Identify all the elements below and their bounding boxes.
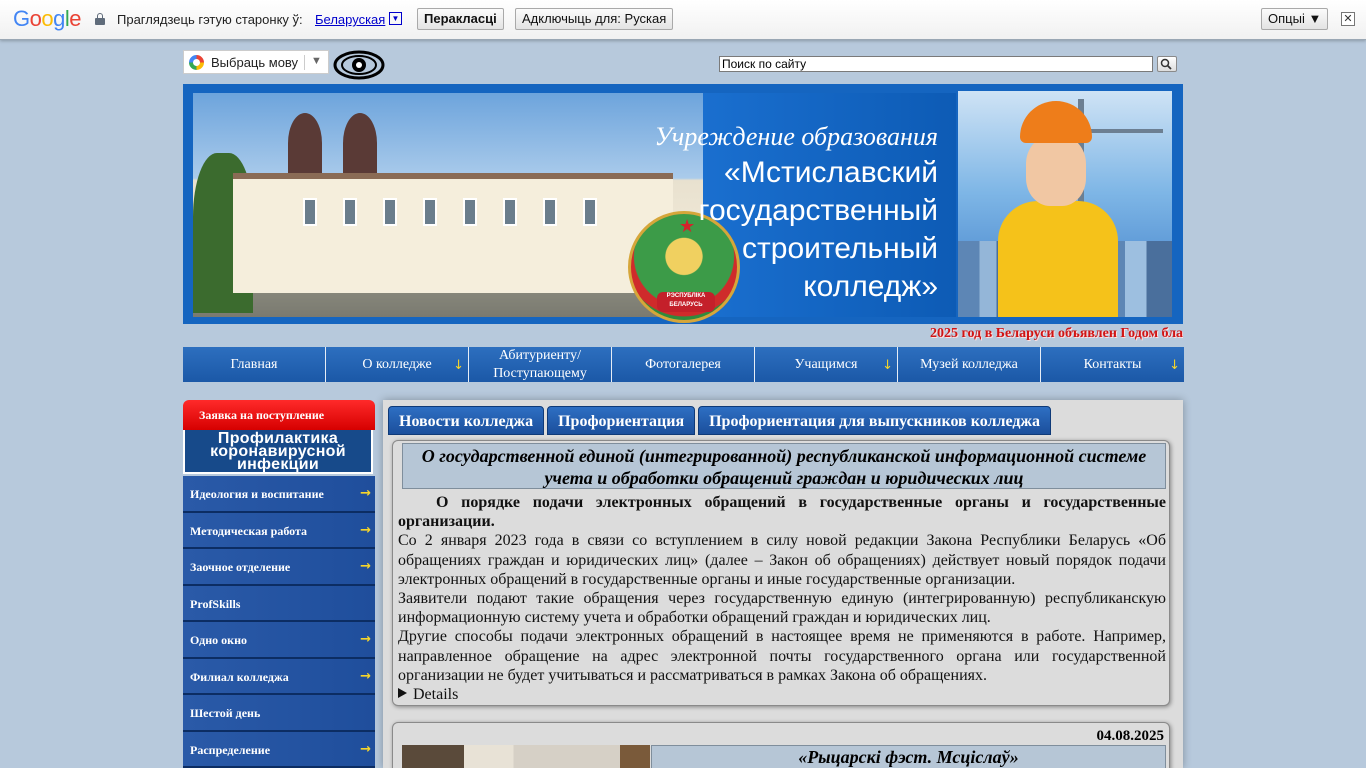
- arrow-right-icon: →: [360, 632, 371, 647]
- translate-bar: Google Праглядзець гэтую старонку ў: Бел…: [0, 0, 1366, 40]
- google-logo: Google: [13, 6, 82, 31]
- nav-about[interactable]: О колледже ↓: [326, 347, 469, 382]
- nav-students[interactable]: Учащимся ↓: [755, 347, 898, 382]
- arrow-right-icon: →: [360, 741, 371, 757]
- covid-prevention-banner[interactable]: Профилактика коронавирусной инфекции: [183, 430, 373, 474]
- sidebar-item-profskills[interactable]: ProfSkills: [183, 585, 375, 622]
- translate-language-link[interactable]: Беларуская: [315, 12, 385, 27]
- content-tabs: Новости колледжа Профориентация Профорие…: [388, 406, 1054, 435]
- news-thumbnail[interactable]: [402, 745, 650, 768]
- news-date: 04.08.2025: [1096, 728, 1165, 744]
- language-selector-label: Выбраць мову: [211, 55, 299, 70]
- disable-translate-button[interactable]: Адключыць для: Руская: [515, 8, 674, 30]
- arrow-right-icon: →: [360, 668, 371, 684]
- tab-college-news[interactable]: Новости колледжа: [388, 406, 545, 435]
- arrow-right-icon: →: [360, 559, 371, 574]
- translate-options-button[interactable]: Опцыі ▼: [1261, 8, 1329, 30]
- arrow-down-icon: ↓: [1169, 358, 1180, 373]
- sidebar-item-correspondence[interactable]: Заочное отделение →: [183, 549, 375, 586]
- news-paragraph: Другие способы подачи электронных обраще…: [398, 628, 1166, 684]
- builder-photo: [958, 91, 1172, 317]
- banner-title: Учреждение образования «Мстиславский гос…: [654, 122, 938, 303]
- nav-gallery[interactable]: Фотогалерея: [612, 347, 755, 382]
- lock-icon: [95, 13, 105, 25]
- google-g-icon: [189, 55, 204, 70]
- news-title[interactable]: О государственной единой (интегрированно…: [402, 443, 1166, 489]
- arrow-down-icon: ↓: [453, 358, 464, 373]
- disclosure-triangle-icon: [398, 688, 407, 699]
- announcement-ticker: 2025 год в Беларуси объявлен Годом бла: [930, 326, 1183, 341]
- sidebar-item-ideology[interactable]: Идеология и воспитание →: [183, 476, 375, 513]
- news-article: О государственной единой (интегрированно…: [392, 440, 1170, 706]
- news-body: О порядке подачи электронных обращений в…: [398, 493, 1166, 704]
- main-nav: Главная О колледже ↓ Абитуриенту/ Поступа…: [183, 347, 1184, 382]
- news-title[interactable]: «Рыцарскі фэст. Мсціслаў»: [651, 745, 1166, 768]
- arrow-right-icon: →: [360, 486, 371, 501]
- translate-prompt: Праглядзець гэтую старонку ў:: [117, 12, 303, 27]
- news-paragraph: Заявители подают такие обращения через г…: [398, 590, 1166, 627]
- news-paragraph: Со 2 января 2023 года в связи со вступле…: [398, 532, 1166, 588]
- sidebar-item-branch[interactable]: Филиал колледжа →: [183, 658, 375, 695]
- site-banner: ★ РЭСПУБЛІКА БЕЛАРУСЬ Учреждение образов…: [183, 84, 1183, 324]
- tab-graduate-guidance[interactable]: Профориентация для выпускников колледжа: [698, 406, 1052, 435]
- side-menu: Идеология и воспитание → Методическая раб…: [183, 476, 375, 768]
- search-input[interactable]: [719, 56, 1153, 72]
- nav-contacts[interactable]: Контакты ↓: [1041, 347, 1184, 382]
- news-lead: О порядке подачи электронных обращений в…: [398, 494, 1166, 531]
- sidebar-item-methodical[interactable]: Методическая работа →: [183, 512, 375, 549]
- search-icon: [1160, 58, 1172, 70]
- details-toggle[interactable]: Details: [398, 685, 1166, 704]
- search-button[interactable]: [1157, 56, 1177, 72]
- sidebar-item-one-window[interactable]: Одно окно →: [183, 622, 375, 659]
- apply-button[interactable]: Заявка на поступление: [183, 400, 375, 430]
- sidebar: Заявка на поступление Профилактика корон…: [183, 400, 375, 768]
- language-selector[interactable]: Выбраць мову ▼: [183, 50, 329, 74]
- tab-career-guidance[interactable]: Профориентация: [547, 406, 696, 435]
- news-article: 04.08.2025 «Рыцарскі фэст. Мсціслаў»: [392, 722, 1170, 768]
- nav-home[interactable]: Главная: [183, 347, 326, 382]
- nav-applicants[interactable]: Абитуриенту/ Поступающему: [469, 347, 612, 382]
- nav-museum[interactable]: Музей колледжа: [898, 347, 1041, 382]
- eye-icon[interactable]: [333, 49, 385, 81]
- arrow-down-icon: ↓: [882, 358, 893, 373]
- main-content: Новости колледжа Профориентация Профорие…: [383, 400, 1183, 768]
- close-icon[interactable]: ✕: [1341, 12, 1355, 26]
- sidebar-item-sixth-day[interactable]: Шестой день: [183, 695, 375, 732]
- language-dropdown-icon[interactable]: ▼: [389, 12, 402, 25]
- arrow-right-icon: →: [360, 522, 371, 538]
- translate-button[interactable]: Перакласці: [417, 8, 504, 30]
- sidebar-item-distribution[interactable]: Распределение →: [183, 731, 375, 768]
- chevron-down-icon: ▼: [311, 55, 322, 67]
